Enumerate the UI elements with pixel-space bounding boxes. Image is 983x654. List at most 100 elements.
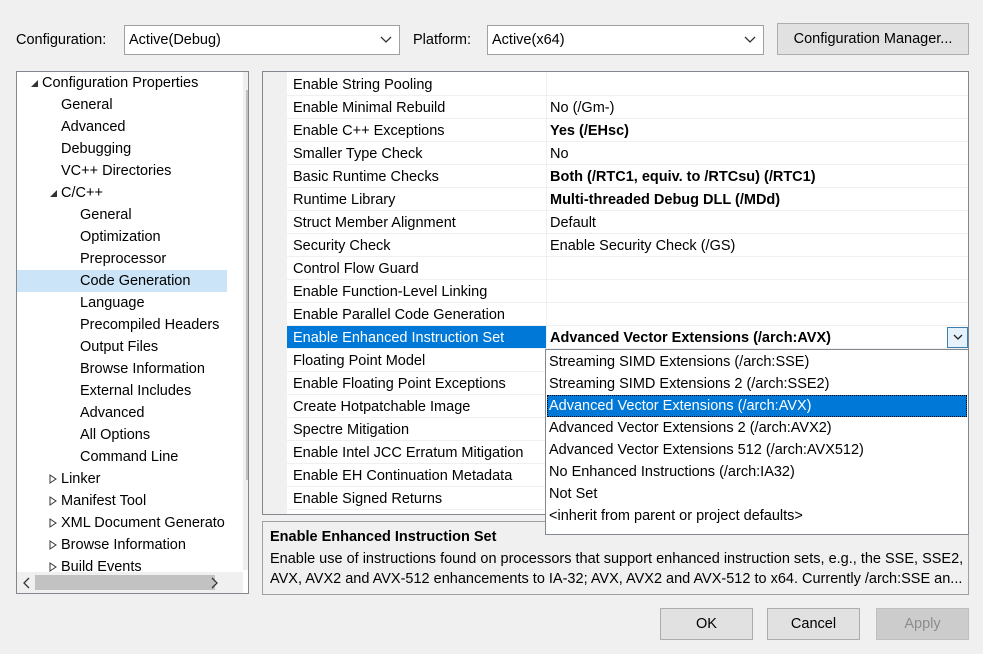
tree-item[interactable]: Browse Information xyxy=(17,534,227,556)
dropdown-option[interactable]: <inherit from parent or project defaults… xyxy=(547,505,967,527)
property-row[interactable]: Control Flow Guard xyxy=(287,257,968,280)
collapsed-triangle-icon[interactable] xyxy=(48,490,58,512)
enhanced-instruction-dropdown-button[interactable] xyxy=(947,327,968,348)
collapsed-triangle-icon[interactable] xyxy=(48,534,58,556)
tree-item-label: Linker xyxy=(61,471,101,487)
platform-combo[interactable]: Active(x64) xyxy=(487,25,764,55)
tree-item[interactable]: Code Generation xyxy=(17,270,227,292)
scroll-left-icon[interactable] xyxy=(22,577,30,593)
tree-item[interactable]: Advanced xyxy=(17,116,227,138)
tree-item[interactable]: External Includes xyxy=(17,380,227,402)
configuration-manager-button[interactable]: Configuration Manager... xyxy=(777,23,969,55)
property-name: Smaller Type Check xyxy=(293,146,423,162)
platform-label: Platform: xyxy=(413,32,472,48)
property-row[interactable]: Enable C++ Exceptions Yes (/EHsc) xyxy=(287,119,968,142)
dropdown-option[interactable]: Streaming SIMD Extensions (/arch:SSE) xyxy=(547,351,967,373)
property-row[interactable]: Enable String Pooling xyxy=(287,73,968,96)
property-name: Create Hotpatchable Image xyxy=(293,399,471,415)
tree-item-label: Language xyxy=(80,295,145,311)
property-row[interactable]: Smaller Type Check No xyxy=(287,142,968,165)
property-row[interactable]: Enable Function-Level Linking xyxy=(287,280,968,303)
collapsed-triangle-icon[interactable] xyxy=(48,468,58,490)
tree-horizontal-scroll-thumb[interactable] xyxy=(35,575,215,590)
tree-item-label: Command Line xyxy=(80,449,179,465)
dropdown-option[interactable]: Advanced Vector Extensions 512 (/arch:AV… xyxy=(547,439,967,461)
property-row[interactable]: Enable Minimal Rebuild No (/Gm-) xyxy=(287,96,968,119)
property-row[interactable]: Enable Enhanced Instruction Set Advanced … xyxy=(287,326,968,349)
chevron-down-icon xyxy=(379,26,393,54)
tree-vertical-scroll-thumb[interactable] xyxy=(246,90,248,480)
grid-gutter xyxy=(263,72,287,514)
property-value[interactable]: No (/Gm-) xyxy=(550,98,614,118)
collapsed-triangle-icon[interactable] xyxy=(48,512,58,534)
scroll-right-icon[interactable] xyxy=(211,577,219,593)
property-value[interactable]: Enable Security Check (/GS) xyxy=(550,236,735,256)
tree-item-label: Browse Information xyxy=(61,537,186,553)
tree-item-label: General xyxy=(80,207,132,223)
tree-item[interactable]: Configuration Properties xyxy=(17,72,227,94)
scroll-down-icon[interactable] xyxy=(248,557,249,573)
tree-item[interactable]: General xyxy=(17,204,227,226)
property-value[interactable]: Default xyxy=(550,213,596,233)
tree-item[interactable]: Advanced xyxy=(17,402,227,424)
property-name: Enable Minimal Rebuild xyxy=(293,100,446,116)
tree-item[interactable]: Linker xyxy=(17,468,227,490)
description-title: Enable Enhanced Instruction Set xyxy=(270,529,497,545)
tree-item[interactable]: Output Files xyxy=(17,336,227,358)
tree-item[interactable]: All Options xyxy=(17,424,227,446)
chevron-down-icon xyxy=(953,334,962,340)
dropdown-option[interactable]: Advanced Vector Extensions (/arch:AVX) xyxy=(547,395,967,417)
property-name: Enable Floating Point Exceptions xyxy=(293,376,506,392)
tree-item-label: Advanced xyxy=(61,119,126,135)
tree-item-label: Code Generation xyxy=(80,273,191,289)
property-tree[interactable]: Configuration Properties General Advanced D… xyxy=(16,71,249,594)
enhanced-instruction-dropdown-list[interactable]: Streaming SIMD Extensions (/arch:SSE) Str… xyxy=(545,349,969,535)
property-row[interactable]: Basic Runtime Checks Both (/RTC1, equiv. … xyxy=(287,165,968,188)
property-name: Floating Point Model xyxy=(293,353,426,369)
tree-item[interactable]: Debugging xyxy=(17,138,227,160)
property-row[interactable]: Security Check Enable Security Check (/GS… xyxy=(287,234,968,257)
ok-button[interactable]: OK xyxy=(660,608,753,640)
property-value[interactable]: No xyxy=(550,144,569,164)
dropdown-option[interactable]: Streaming SIMD Extensions 2 (/arch:SSE2) xyxy=(547,373,967,395)
column-divider xyxy=(546,211,547,234)
property-value[interactable]: Multi-threaded Debug DLL (/MDd) xyxy=(550,190,780,210)
tree-item-label: Configuration Properties xyxy=(42,75,199,91)
cancel-button[interactable]: Cancel xyxy=(767,608,860,640)
platform-value: Active(x64) xyxy=(492,32,565,48)
column-divider xyxy=(546,73,547,96)
configuration-combo[interactable]: Active(Debug) xyxy=(124,25,400,55)
tree-item[interactable]: Optimization xyxy=(17,226,227,248)
tree-item[interactable]: Browse Information xyxy=(17,358,227,380)
tree-item-label: Browse Information xyxy=(80,361,205,377)
apply-button[interactable]: Apply xyxy=(876,608,969,640)
tree-item-label: Debugging xyxy=(61,141,132,157)
property-value[interactable]: Yes (/EHsc) xyxy=(550,121,629,141)
tree-vertical-scrollbar[interactable] xyxy=(243,72,249,573)
property-row[interactable]: Struct Member Alignment Default xyxy=(287,211,968,234)
tree-item[interactable]: Command Line xyxy=(17,446,227,468)
tree-item[interactable]: Language xyxy=(17,292,227,314)
tree-item[interactable]: Manifest Tool xyxy=(17,490,227,512)
tree-item[interactable]: C/C++ xyxy=(17,182,227,204)
scroll-up-icon[interactable] xyxy=(248,76,249,92)
property-row[interactable]: Enable Parallel Code Generation xyxy=(287,303,968,326)
property-name: Enable C++ Exceptions xyxy=(293,123,445,139)
property-value[interactable]: Advanced Vector Extensions (/arch:AVX) xyxy=(550,328,831,348)
tree-item-label: Output Files xyxy=(80,339,159,355)
tree-item[interactable]: VC++ Directories xyxy=(17,160,227,182)
dropdown-option[interactable]: No Enhanced Instructions (/arch:IA32) xyxy=(547,461,967,483)
tree-item[interactable]: Preprocessor xyxy=(17,248,227,270)
tree-item[interactable]: Precompiled Headers xyxy=(17,314,227,336)
property-value[interactable]: Both (/RTC1, equiv. to /RTCsu) (/RTC1) xyxy=(550,167,816,187)
tree-item[interactable]: General xyxy=(17,94,227,116)
tree-item[interactable]: XML Document Generato xyxy=(17,512,227,534)
expanded-triangle-icon[interactable] xyxy=(29,72,39,94)
dropdown-option[interactable]: Not Set xyxy=(547,483,967,505)
property-row[interactable]: Runtime Library Multi-threaded Debug DLL … xyxy=(287,188,968,211)
tree-horizontal-scrollbar[interactable] xyxy=(17,572,243,593)
expanded-triangle-icon[interactable] xyxy=(48,182,58,204)
tree-item-label: All Options xyxy=(80,427,151,443)
dropdown-option[interactable]: Advanced Vector Extensions 2 (/arch:AVX2… xyxy=(547,417,967,439)
tree-item-label: Precompiled Headers xyxy=(80,317,220,333)
